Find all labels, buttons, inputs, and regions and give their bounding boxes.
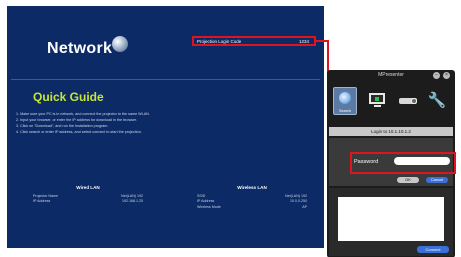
highlight-box-top (192, 36, 316, 38)
wired-lan-info: Wired LAN Projector Name Net(LAN) 192 IP… (33, 185, 143, 205)
wrench-icon[interactable]: 🔧 (425, 87, 449, 115)
device-list[interactable] (338, 197, 444, 241)
device-list-panel: Connect (329, 188, 453, 256)
connect-button[interactable]: Connect (417, 246, 449, 253)
monitor-icon[interactable] (366, 87, 390, 115)
info-row: IP Address 192.168.1.25 (33, 199, 143, 205)
highlight-box-top (350, 152, 456, 154)
highlight-box-left (192, 36, 194, 46)
info-key: IP Address (33, 199, 51, 203)
search-label: Search (338, 109, 352, 113)
wireless-lan-title: Wireless LAN (237, 185, 267, 190)
network-title: Network (47, 40, 113, 57)
projector-icon[interactable] (397, 87, 421, 115)
toolbar: Search 🔧 (329, 83, 453, 125)
cancel-button[interactable]: Cancel (426, 177, 448, 183)
login-status-bar: Login to 10.1.10.1.2 (329, 127, 453, 136)
info-value: AP (302, 204, 307, 209)
globe-icon (112, 36, 128, 52)
ok-button[interactable]: OK (397, 177, 419, 183)
wireless-lan-info: Wireless LAN SSID Net(LAN) 192 IP Addres… (197, 185, 307, 210)
info-key: Wireless Mode (197, 204, 221, 209)
password-panel: Password OK Cancel (329, 138, 453, 186)
close-button[interactable]: × (443, 72, 450, 79)
projector-screen: Network Projection Login Code 1234 Quick… (7, 6, 324, 248)
search-icon (339, 92, 351, 104)
search-button[interactable]: Search (333, 87, 357, 115)
mpresenter-window: MPresenter − × Search 🔧 Login to 10.1.10… (327, 70, 455, 257)
divider (11, 79, 320, 80)
info-row: Wireless Mode AP (197, 205, 307, 211)
highlight-box-bottom (192, 44, 316, 46)
wired-lan-title: Wired LAN (76, 185, 100, 190)
quick-guide-title: Quick Guide (33, 90, 104, 104)
password-input[interactable] (394, 157, 450, 165)
guide-steps: 1. Make sure your PC is in network, and … (16, 111, 316, 135)
guide-step: 4. Click search or enter IP address, and… (16, 130, 142, 134)
highlight-box-right (454, 152, 456, 174)
info-value: 192.168.1.25 (122, 199, 143, 203)
highlight-box-left (350, 152, 352, 174)
password-label: Password (354, 159, 379, 165)
highlight-box-bottom (350, 172, 456, 174)
minimize-button[interactable]: − (433, 72, 440, 79)
